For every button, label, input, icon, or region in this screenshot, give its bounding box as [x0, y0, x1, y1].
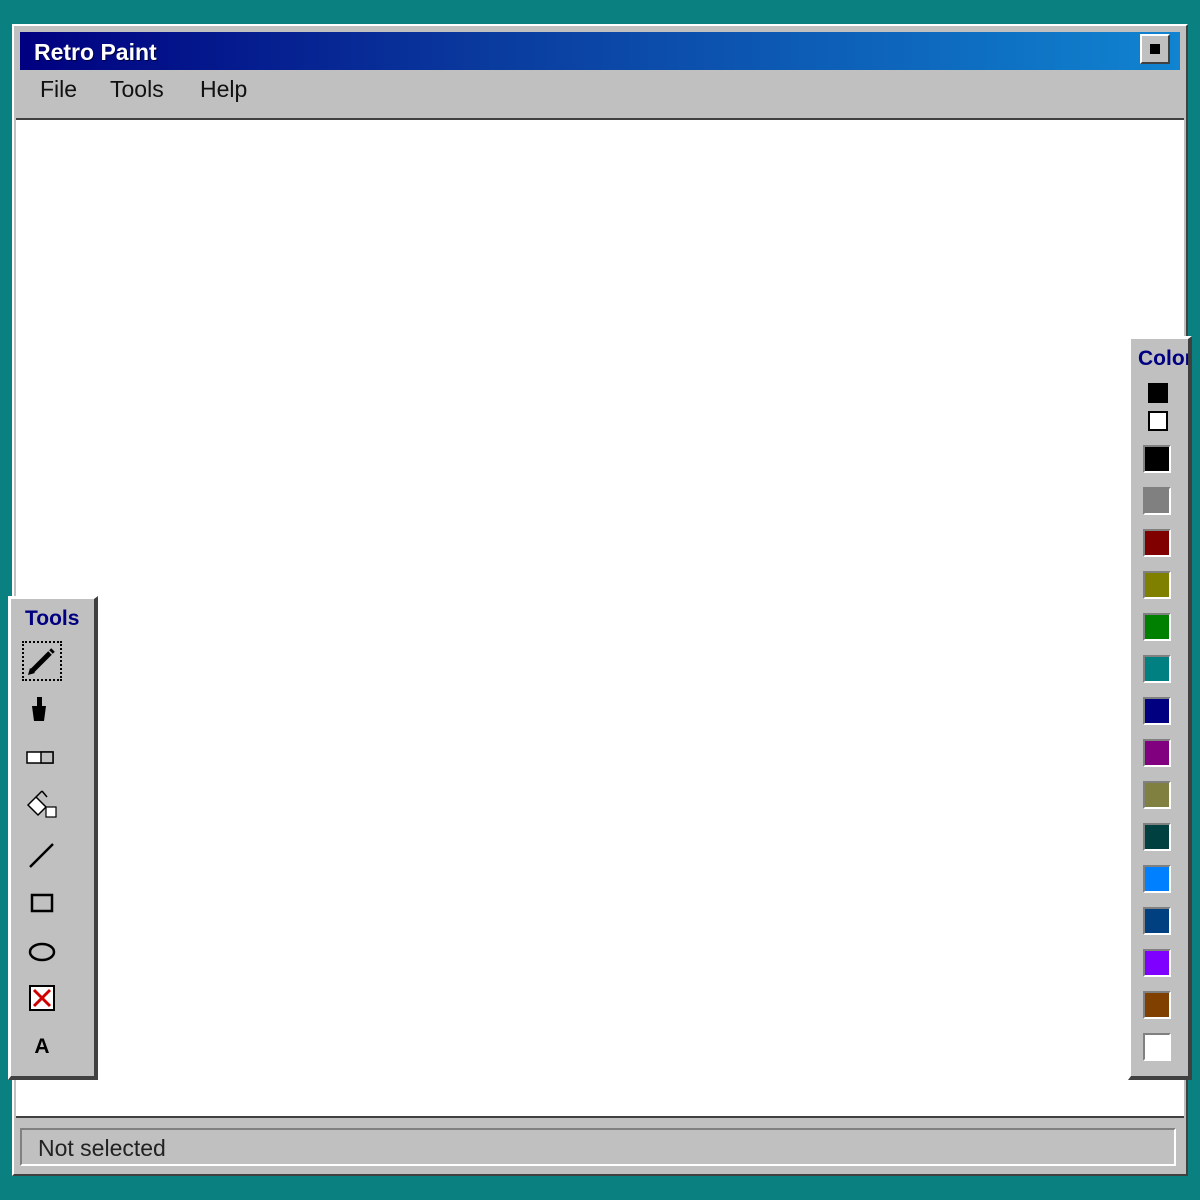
paint-window: Retro Paint File Tools Help Not selected: [12, 24, 1188, 1176]
rectangle-icon: [30, 893, 54, 913]
color-swatch[interactable]: [1143, 823, 1171, 851]
colors-panel-title: Colors: [1138, 347, 1188, 370]
color-swatch[interactable]: [1143, 529, 1171, 557]
tool-brush[interactable]: [22, 691, 62, 731]
clear-canvas-icon: [29, 985, 55, 1011]
tool-eraser[interactable]: [22, 739, 62, 779]
tools-panel: Tools A: [8, 596, 98, 1080]
colors-panel: Colors: [1128, 336, 1192, 1080]
background-color[interactable]: [1148, 411, 1168, 431]
color-swatch[interactable]: [1143, 1033, 1171, 1061]
tool-line[interactable]: [22, 835, 62, 875]
color-swatch[interactable]: [1143, 949, 1171, 977]
tool-rectangle[interactable]: [22, 883, 62, 923]
color-swatch[interactable]: [1143, 781, 1171, 809]
drawing-canvas[interactable]: [16, 118, 1184, 1118]
fill-bucket-icon: [26, 790, 57, 818]
foreground-color[interactable]: [1148, 383, 1168, 403]
color-swatch[interactable]: [1143, 865, 1171, 893]
color-swatch[interactable]: [1143, 697, 1171, 725]
menu-help[interactable]: Help: [200, 76, 247, 103]
tool-ellipse[interactable]: [22, 931, 62, 971]
menu-file[interactable]: File: [40, 76, 77, 103]
brush-icon: [32, 697, 46, 721]
eraser-icon: [26, 751, 54, 764]
close-button[interactable]: [1140, 34, 1170, 64]
close-icon: [1150, 44, 1160, 54]
tool-pencil[interactable]: [22, 641, 62, 681]
color-swatch[interactable]: [1143, 991, 1171, 1019]
pencil-icon: [28, 648, 55, 675]
color-swatch[interactable]: [1143, 445, 1171, 473]
tools-panel-title: Tools: [25, 607, 80, 630]
window-title: Retro Paint: [34, 39, 157, 65]
color-swatch[interactable]: [1143, 655, 1171, 683]
tool-clear[interactable]: [22, 979, 62, 1019]
menu-tools[interactable]: Tools: [110, 76, 164, 103]
color-swatch[interactable]: [1143, 571, 1171, 599]
status-bar: Not selected: [20, 1128, 1176, 1166]
tool-fill[interactable]: [22, 787, 62, 827]
color-swatch[interactable]: [1143, 613, 1171, 641]
tool-text[interactable]: A: [22, 1027, 62, 1067]
color-swatch[interactable]: [1143, 907, 1171, 935]
line-icon: [29, 843, 54, 868]
color-swatch[interactable]: [1143, 739, 1171, 767]
text-icon: A: [34, 1035, 50, 1058]
status-text: Not selected: [38, 1135, 166, 1161]
title-bar[interactable]: Retro Paint: [20, 32, 1180, 70]
ellipse-icon: [28, 942, 56, 962]
color-swatch[interactable]: [1143, 487, 1171, 515]
